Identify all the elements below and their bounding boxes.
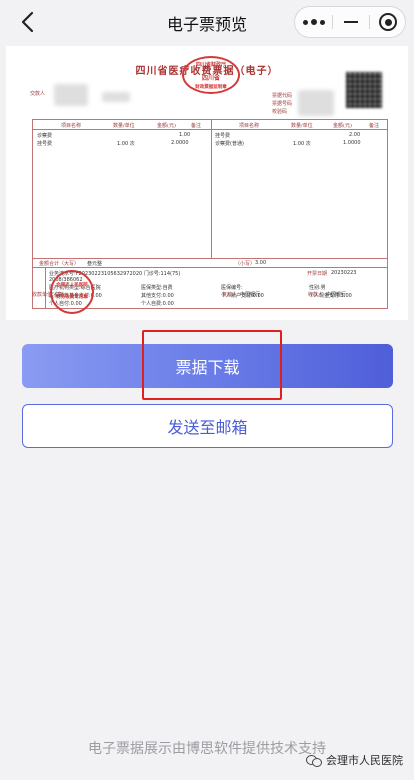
payee-label: 收款人 bbox=[308, 292, 324, 298]
total-label: 金额合计（大写） bbox=[39, 261, 80, 267]
col-header: 备注 bbox=[369, 123, 380, 129]
total-lower: 3.00 bbox=[255, 260, 267, 266]
finance-seal: 四川省财政厅 四川省 财政票据监制章 bbox=[182, 56, 240, 94]
total-upper: 叁元整 bbox=[87, 261, 103, 267]
more-button[interactable] bbox=[295, 7, 332, 37]
table-cell: 2.00 bbox=[349, 132, 361, 138]
more-dots-icon bbox=[295, 7, 332, 37]
col-header: 数量/单位 bbox=[291, 123, 313, 129]
navigation-bar: 电子票预览 bbox=[0, 0, 414, 44]
payee-value: 中国银行 bbox=[326, 292, 347, 298]
reviewer-value: 中国银行 bbox=[240, 292, 261, 298]
table-cell: 挂号费 bbox=[215, 133, 231, 139]
qr-code bbox=[346, 72, 382, 108]
payer-label: 交款人 bbox=[30, 91, 46, 97]
table-cell: 1.00 次 bbox=[293, 141, 311, 147]
table-cell: 1.0000 bbox=[343, 140, 361, 146]
table-cell: 诊察费 bbox=[37, 133, 53, 139]
wechat-channel-icon bbox=[306, 754, 322, 767]
send-to-email-button[interactable]: 发送至邮箱 bbox=[22, 404, 393, 448]
table-cell: 1.00 次 bbox=[117, 141, 135, 147]
table-cell: 诊察费(普通) bbox=[215, 141, 244, 147]
col-header: 项目名称 bbox=[239, 123, 260, 129]
col-header: 数量/单位 bbox=[113, 123, 135, 129]
target-circle-icon bbox=[379, 13, 397, 31]
remark-line: 个人自费:0.00 bbox=[141, 301, 174, 307]
receipt-preview: 四川省医疗收费票据（电子） 四川省财政厅 四川省 财政票据监制章 交款人 票据代… bbox=[6, 46, 408, 320]
table-cell: 挂号费 bbox=[37, 141, 53, 147]
remark-line: 医保类型:自费 bbox=[141, 285, 173, 291]
remark-line: 其他支付:0.00 bbox=[141, 293, 174, 299]
payee-unit-label: 收款单位（章） bbox=[32, 292, 68, 298]
total-lower-label: （小写） bbox=[235, 261, 256, 267]
col-header: 项目名称 bbox=[61, 123, 82, 129]
invoice-date-label: 开票日期 bbox=[307, 271, 328, 277]
minus-icon bbox=[344, 21, 358, 24]
download-receipt-button[interactable]: 票据下载 bbox=[22, 344, 393, 388]
remark-line: 医保编号: bbox=[221, 285, 243, 291]
close-button[interactable] bbox=[370, 7, 406, 37]
mini-program-capsule bbox=[294, 6, 406, 38]
check-code-label: 校验码 bbox=[272, 109, 288, 115]
col-header: 金额(元) bbox=[333, 123, 352, 129]
receipt-code-label: 票据代码 bbox=[272, 93, 293, 99]
col-header: 金额(元) bbox=[157, 123, 176, 129]
watermark-text: 会理市人民医院 bbox=[326, 754, 403, 767]
table-cell: 1.00 bbox=[179, 132, 191, 138]
table-cell: 2.0000 bbox=[171, 140, 189, 146]
invoice-date-value: 20230223 bbox=[331, 270, 357, 276]
minimize-button[interactable] bbox=[333, 7, 369, 37]
col-header: 备注 bbox=[191, 123, 202, 129]
watermark: 会理市人民医院 bbox=[306, 752, 403, 768]
reviewer-label: 复核人 bbox=[222, 292, 238, 298]
receipt-number-label: 票据号码 bbox=[272, 101, 293, 107]
remark-line: 性别:男 bbox=[309, 285, 326, 291]
